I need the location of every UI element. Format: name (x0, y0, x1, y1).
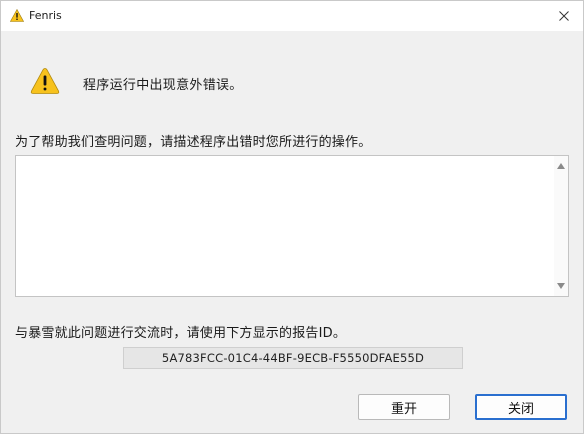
warning-icon (10, 9, 24, 22)
error-message: 程序运行中出现意外错误。 (83, 78, 243, 93)
description-input[interactable] (16, 156, 554, 296)
window-close-button[interactable] (553, 5, 575, 27)
description-scrollbar[interactable] (554, 156, 568, 296)
title-bar[interactable]: Fenris (1, 1, 583, 31)
crash-dialog-window: Fenris 程序运行中出现意外错误。 为了帮助我们查明问题，请描述程序出错时您… (0, 0, 584, 434)
scroll-up-icon[interactable] (557, 163, 565, 169)
description-prompt: 为了帮助我们查明问题，请描述程序出错时您所进行的操作。 (15, 135, 372, 150)
description-box (15, 155, 569, 297)
restart-button[interactable]: 重开 (358, 394, 450, 420)
close-icon (559, 11, 569, 21)
report-id-prompt: 与暴雪就此问题进行交流时，请使用下方显示的报告ID。 (15, 326, 347, 341)
report-id-field[interactable]: 5A783FCC-01C4-44BF-9ECB-F5550DFAE55D (123, 347, 463, 369)
warning-icon (30, 68, 60, 94)
close-button[interactable]: 关闭 (475, 394, 567, 420)
scroll-down-icon[interactable] (557, 283, 565, 289)
window-title: Fenris (29, 9, 62, 22)
